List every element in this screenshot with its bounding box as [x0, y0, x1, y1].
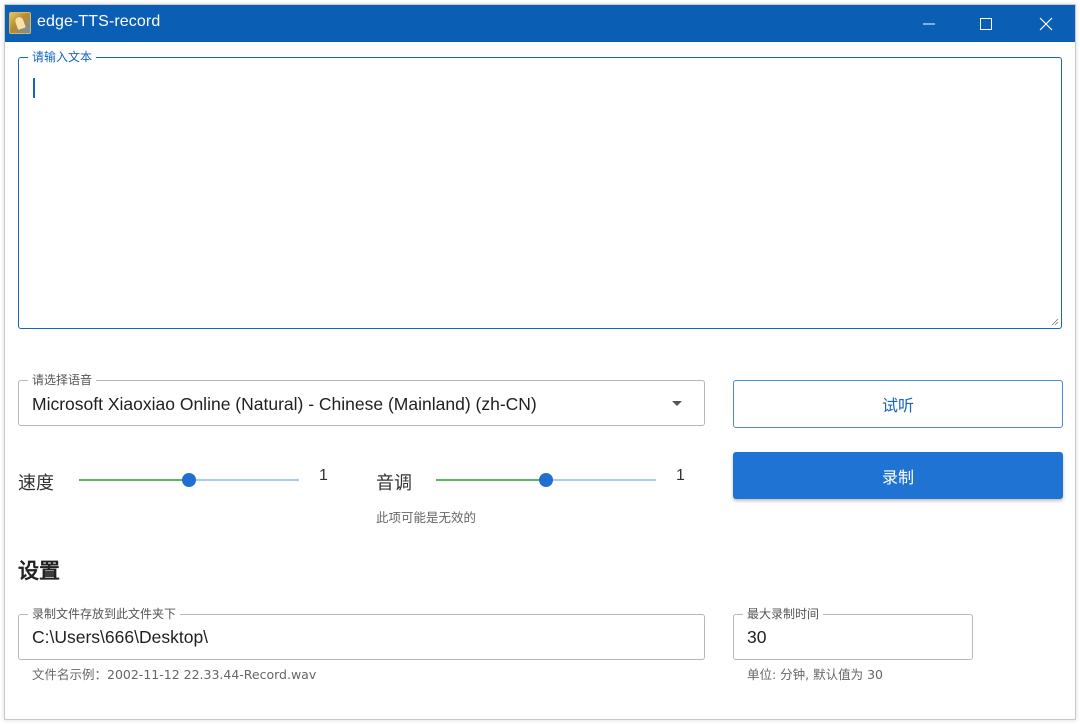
preview-button[interactable]: 试听: [733, 380, 1063, 428]
maximize-icon: [980, 17, 992, 30]
max-time-label: 最大录制时间: [743, 606, 824, 622]
voice-select[interactable]: 请选择语音 Microsoft Xiaoxiao Online (Natural…: [18, 372, 705, 426]
text-input-area[interactable]: 请输入文本: [18, 49, 1062, 329]
title-bar[interactable]: edge-TTS-record: [5, 5, 1075, 42]
settings-title: 设置: [18, 559, 60, 583]
max-time-hint: 单位: 分钟, 默认值为 30: [747, 667, 884, 682]
speed-label: 速度: [18, 473, 54, 494]
maximize-button[interactable]: [958, 5, 1014, 42]
speed-slider-fill: [79, 479, 189, 481]
pitch-slider[interactable]: [436, 470, 656, 490]
pitch-slider-fill: [436, 479, 546, 481]
speed-slider-thumb[interactable]: [182, 473, 196, 487]
text-input-label: 请输入文本: [28, 49, 97, 65]
record-button[interactable]: 录制: [733, 452, 1063, 499]
pitch-slider-thumb[interactable]: [539, 473, 553, 487]
pitch-label: 音调: [376, 473, 412, 494]
folder-input-label: 录制文件存放到此文件夹下: [28, 606, 181, 622]
app-logo-icon: [9, 12, 31, 34]
speed-slider[interactable]: [79, 470, 299, 490]
window-title: edge-TTS-record: [37, 13, 161, 30]
close-icon: [1039, 17, 1053, 30]
text-caret: [33, 78, 35, 98]
pitch-value: 1: [676, 467, 685, 484]
voice-select-value: Microsoft Xiaoxiao Online (Natural) - Ch…: [32, 394, 537, 414]
folder-input[interactable]: 录制文件存放到此文件夹下 C:\Users\666\Desktop\: [18, 606, 705, 660]
folder-hint: 文件名示例：2002-11-12 22.33.44-Record.wav: [32, 667, 317, 682]
folder-input-value: C:\Users\666\Desktop\: [32, 627, 209, 647]
close-button[interactable]: [1018, 5, 1074, 42]
resize-grip-icon[interactable]: [1051, 318, 1059, 326]
speed-value: 1: [319, 467, 328, 484]
minimize-button[interactable]: [901, 5, 957, 42]
max-time-value: 30: [747, 627, 767, 647]
voice-select-label: 请选择语音: [28, 372, 97, 388]
minimize-icon: [923, 23, 935, 24]
pitch-hint: 此项可能是无效的: [376, 510, 477, 525]
chevron-down-icon[interactable]: [672, 401, 682, 406]
max-time-input[interactable]: 最大录制时间 30: [733, 606, 973, 660]
app-window: edge-TTS-record 请输入文本 请选择语音 Microsoft Xi…: [4, 4, 1076, 720]
